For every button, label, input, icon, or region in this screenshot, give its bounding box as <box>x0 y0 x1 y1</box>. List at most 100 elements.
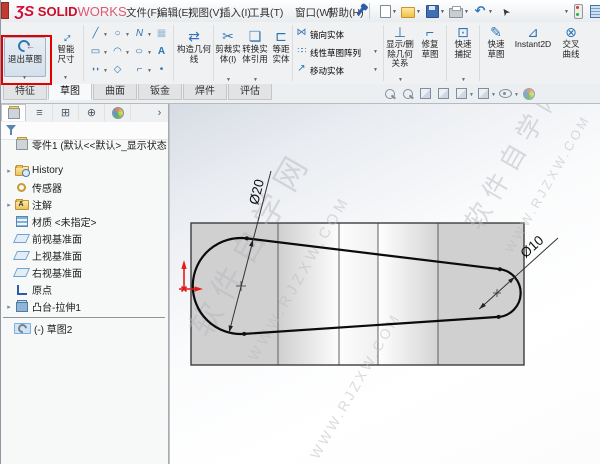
text-tool-icon[interactable]: A <box>155 45 168 58</box>
pin-icon[interactable] <box>353 4 367 18</box>
rebuild-traffic-light-icon[interactable] <box>571 4 585 18</box>
quick-snaps-button[interactable]: ⊡ 快速捕捉 <box>449 26 477 59</box>
view-orientation-dropdown[interactable]: ▼ <box>469 92 474 98</box>
tree-item-right-plane[interactable]: 右视基准面 <box>4 265 82 280</box>
point-icon[interactable]: • <box>155 63 168 76</box>
rectangle-dropdown[interactable]: ▼ <box>103 50 108 56</box>
app-icon <box>1 2 9 19</box>
zoom-area-icon[interactable] <box>401 87 414 100</box>
spline-icon[interactable]: N <box>133 27 146 40</box>
tab-weldments[interactable]: 焊件 <box>183 84 227 100</box>
display-delete-relations-button[interactable]: ⊥ 显示/删除几何关系 <box>385 26 415 69</box>
circle-dropdown[interactable]: ▼ <box>125 32 130 38</box>
featuremanager-tab-icon[interactable] <box>1 104 26 121</box>
circle-icon[interactable]: ○ <box>111 27 124 40</box>
sketch-picture-icon[interactable]: ▦ <box>155 27 168 40</box>
ellipse-dropdown[interactable]: ▼ <box>147 50 152 56</box>
tab-features[interactable]: 特征 <box>3 84 47 100</box>
propertymanager-tab-icon[interactable]: ≡ <box>27 104 53 121</box>
mirror-entities-label[interactable]: 镜向实体 <box>310 29 344 41</box>
fillet-dropdown[interactable]: ▼ <box>147 68 152 74</box>
offset-entities-button[interactable]: ⊏ 等距实体 <box>269 28 293 64</box>
menu-tools[interactable]: 工具(T) <box>246 4 286 21</box>
tab-sketch[interactable]: 草图 <box>48 84 92 100</box>
tree-root[interactable]: 零件1 (默认<<默认>_显示状态 1>) <box>4 137 184 152</box>
tab-sheetmetal[interactable]: 钣金 <box>138 84 182 100</box>
configurationmanager-tab-icon[interactable]: ⊞ <box>53 104 79 121</box>
move-entities-dropdown[interactable]: ▼ <box>373 67 378 73</box>
save-dropdown[interactable]: ▼ <box>440 9 445 15</box>
intersection-curve-button[interactable]: ⊗ 交叉曲线 <box>557 26 585 59</box>
tree-item-annotations[interactable]: ▸ A 注解 <box>4 197 52 212</box>
move-entities-icon[interactable]: ↗ <box>295 62 308 75</box>
smart-dimension-flyout[interactable]: ▼ <box>63 75 68 81</box>
tree-item-history[interactable]: ▸ History <box>4 163 63 178</box>
displaymanager-tab-icon[interactable] <box>105 104 131 121</box>
print-icon[interactable] <box>449 4 463 18</box>
hide-show-dropdown[interactable]: ▼ <box>514 92 519 98</box>
repair-sketch-button[interactable]: ⌐ 修复草图 <box>417 26 443 59</box>
linear-pattern-dropdown[interactable]: ▼ <box>373 49 378 55</box>
tree-item-material[interactable]: 材质 <未指定> <box>4 214 96 229</box>
tab-evaluate[interactable]: 评估 <box>228 84 272 100</box>
tree-item-origin[interactable]: 原点 <box>4 282 52 297</box>
undo-icon[interactable]: ↶ <box>473 4 487 18</box>
convert-flyout[interactable]: ▼ <box>253 77 258 83</box>
view-orientation-icon[interactable] <box>455 87 468 100</box>
linear-pattern-label[interactable]: 线性草图阵列 <box>310 47 361 59</box>
hide-show-items-icon[interactable] <box>499 87 512 100</box>
arc-icon[interactable]: ◠ <box>111 45 124 58</box>
new-file-dropdown[interactable]: ▼ <box>392 9 397 15</box>
graphics-area[interactable]: 软件自学网 WWW.RJZXW.COM 软件自学网 WWW.RJZXW.COM … <box>170 103 600 464</box>
move-entities-label[interactable]: 移动实体 <box>310 65 344 77</box>
plane-icon <box>14 234 29 243</box>
previous-view-icon[interactable] <box>419 87 432 100</box>
section-view-icon[interactable] <box>437 87 450 100</box>
arc-dropdown[interactable]: ▼ <box>125 50 130 56</box>
select-cursor-icon[interactable]: ➤ <box>499 4 513 18</box>
open-icon[interactable] <box>401 4 415 18</box>
quick-snaps-icon: ⊡ <box>457 26 469 40</box>
slot-dropdown[interactable]: ▼ <box>103 68 108 74</box>
smart-dimension-button[interactable]: ↔ 智能尺寸 <box>51 28 81 64</box>
display-style-dropdown[interactable]: ▼ <box>491 92 496 98</box>
undo-dropdown[interactable]: ▼ <box>488 9 493 15</box>
tree-item-front-plane[interactable]: 前视基准面 <box>4 231 82 246</box>
ellipse-icon[interactable]: ○ <box>133 45 146 58</box>
display-style-icon[interactable] <box>477 87 490 100</box>
tree-item-boss-extrude1[interactable]: ▸ 凸台-拉伸1 <box>4 299 81 314</box>
zoom-fit-icon[interactable] <box>383 87 396 100</box>
save-icon[interactable] <box>425 4 439 18</box>
linear-pattern-icon[interactable]: ∷∷ <box>295 44 308 57</box>
select-dropdown[interactable]: ▼ <box>564 9 569 15</box>
dimxpertmanager-tab-icon[interactable]: ⊕ <box>79 104 105 121</box>
rectangle-icon[interactable]: ▭ <box>89 45 102 58</box>
construction-geometry-button[interactable]: ⇄ 构造几何线 <box>175 28 213 64</box>
tree-item-sketch2[interactable]: (-) 草图2 <box>4 321 72 336</box>
panel-tab-strip: ≡ ⊞ ⊕ › <box>1 104 168 123</box>
line-dropdown[interactable]: ▼ <box>103 32 108 38</box>
edit-appearance-icon[interactable] <box>522 87 535 100</box>
relations-flyout[interactable]: ▼ <box>398 77 403 83</box>
options-grid-icon[interactable] <box>589 4 600 18</box>
convert-entities-button[interactable]: ❏ 转换实体引用 <box>241 28 269 64</box>
print-dropdown[interactable]: ▼ <box>464 9 469 15</box>
tab-surfaces[interactable]: 曲面 <box>93 84 137 100</box>
quick-snaps-flyout[interactable]: ▼ <box>461 77 466 83</box>
rollback-bar[interactable] <box>3 317 165 318</box>
trim-flyout[interactable]: ▼ <box>226 77 231 83</box>
spline-dropdown[interactable]: ▼ <box>147 32 152 38</box>
tree-item-sensors[interactable]: 传感器 <box>4 180 62 195</box>
line-icon[interactable]: ╱ <box>89 27 102 40</box>
open-dropdown[interactable]: ▼ <box>416 9 421 15</box>
trim-entities-button[interactable]: ✂ 剪裁实体(I) <box>215 28 241 64</box>
instant2d-button[interactable]: ⊿ Instant2D <box>511 26 555 50</box>
polygon-icon[interactable]: ◇ <box>111 63 124 76</box>
fillet-icon[interactable]: ⌐ <box>133 63 146 76</box>
slot-icon[interactable]: ◖◗ <box>89 63 102 76</box>
material-icon <box>14 216 29 227</box>
new-file-icon[interactable] <box>378 4 392 18</box>
rapid-sketch-button[interactable]: ✎ 快速草图 <box>483 26 509 59</box>
mirror-entities-icon[interactable]: ⋈ <box>295 26 308 39</box>
tree-item-top-plane[interactable]: 上视基准面 <box>4 248 82 263</box>
